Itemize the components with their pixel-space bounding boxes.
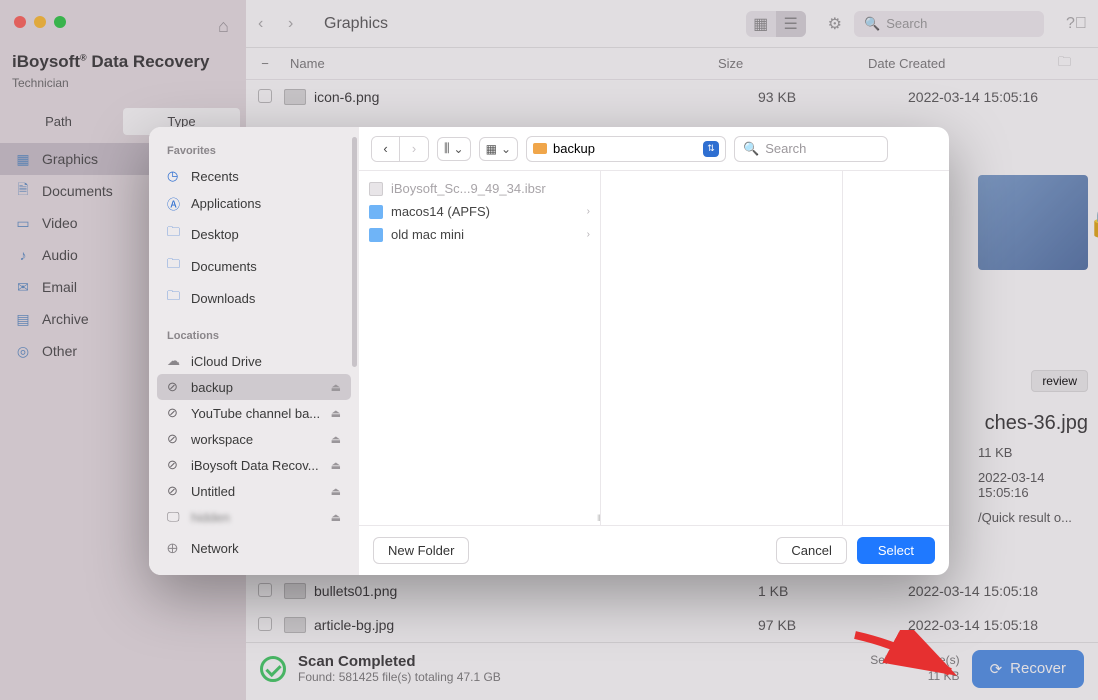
sidebar-hidden[interactable]: 🖵hidden⏏	[157, 504, 351, 530]
column-resize-handle[interactable]: ‖	[597, 513, 602, 523]
folder-icon	[369, 205, 383, 219]
search-placeholder: Search	[765, 141, 806, 156]
grid-icon: ▦	[486, 142, 497, 156]
dialog-footer: New Folder Cancel Select	[359, 525, 949, 575]
dialog-column-empty	[843, 171, 943, 525]
cancel-button[interactable]: Cancel	[776, 537, 846, 564]
sidebar-documents[interactable]: 🗀Documents	[157, 250, 351, 282]
dialog-sidebar: Favorites ◷Recents ⒶApplications 🗀Deskto…	[149, 127, 359, 575]
sidebar-youtube[interactable]: ⊘YouTube channel ba...⏏	[157, 400, 351, 426]
favorites-label: Favorites	[157, 139, 351, 163]
search-icon: 🔍	[743, 141, 759, 157]
new-folder-button[interactable]: New Folder	[373, 537, 469, 564]
save-dialog: Favorites ◷Recents ⒶApplications 🗀Deskto…	[149, 127, 949, 575]
dialog-path-selector[interactable]: backup ⇅	[526, 136, 726, 162]
locations-label: Locations	[157, 324, 351, 348]
dialog-file-row[interactable]: iBoysoft_Sc...9_49_34.ibsr	[359, 177, 600, 200]
eject-icon[interactable]: ⏏	[331, 511, 341, 524]
dialog-column-empty	[601, 171, 843, 525]
dialog-path-label: backup	[553, 141, 697, 156]
sidebar-untitled[interactable]: ⊘Untitled⏏	[157, 478, 351, 504]
chevron-down-icon: ⌄	[501, 142, 511, 156]
sidebar-recents[interactable]: ◷Recents	[157, 163, 351, 189]
dialog-columns: iBoysoft_Sc...9_49_34.ibsr macos14 (APFS…	[359, 171, 949, 525]
dialog-view-group[interactable]: ▦⌄	[479, 137, 518, 161]
sidebar-backup[interactable]: ⊘backup⏏	[157, 374, 351, 400]
file-icon	[369, 182, 383, 196]
chevron-down-icon: ⌄	[454, 142, 464, 156]
globe-icon: 🜨	[167, 535, 183, 561]
dialog-column: iBoysoft_Sc...9_49_34.ibsr macos14 (APFS…	[359, 171, 601, 525]
disk-icon: ⊘	[167, 483, 183, 499]
chevron-right-icon: ›	[587, 229, 590, 240]
select-button[interactable]: Select	[857, 537, 935, 564]
downloads-icon: 🗀	[167, 287, 183, 309]
sidebar-scrollbar[interactable]	[352, 137, 357, 367]
dialog-nav: ‹ ›	[371, 136, 429, 162]
cloud-icon: ☁	[167, 353, 183, 369]
sidebar-applications[interactable]: ⒶApplications	[157, 189, 351, 218]
eject-icon[interactable]: ⏏	[331, 485, 341, 498]
disk-icon: ⊘	[167, 457, 183, 473]
eject-icon[interactable]: ⏏	[331, 433, 341, 446]
dialog-search[interactable]: 🔍 Search	[734, 136, 888, 162]
documents-icon: 🗀	[167, 255, 183, 277]
dialog-toolbar: ‹ › ⫼⌄ ▦⌄ backup ⇅ 🔍 Search	[359, 127, 949, 171]
sidebar-iboysoft[interactable]: ⊘iBoysoft Data Recov...⏏	[157, 452, 351, 478]
dialog-main: ‹ › ⫼⌄ ▦⌄ backup ⇅ 🔍 Search iBoysoft_Sc.…	[359, 127, 949, 575]
sidebar-desktop[interactable]: 🗀Desktop	[157, 218, 351, 250]
dialog-file-row[interactable]: old mac mini›	[359, 223, 600, 246]
desktop-icon: 🗀	[167, 223, 183, 245]
sidebar-workspace[interactable]: ⊘workspace⏏	[157, 426, 351, 452]
chevron-right-icon: ›	[587, 206, 590, 217]
disk-icon: ⊘	[167, 379, 183, 395]
sidebar-icloud[interactable]: ☁iCloud Drive	[157, 348, 351, 374]
path-dropdown-icon[interactable]: ⇅	[703, 141, 719, 157]
display-icon: 🖵	[167, 509, 183, 525]
dialog-back-button[interactable]: ‹	[372, 137, 400, 161]
folder-icon	[369, 228, 383, 242]
folder-icon	[533, 143, 547, 154]
disk-icon: ⊘	[167, 405, 183, 421]
disk-icon: ⊘	[167, 431, 183, 447]
columns-icon: ⫼	[444, 141, 450, 156]
eject-icon[interactable]: ⏏	[331, 381, 341, 394]
dialog-file-row[interactable]: macos14 (APFS)›	[359, 200, 600, 223]
sidebar-network[interactable]: 🜨Network	[157, 530, 351, 566]
clock-icon: ◷	[167, 168, 183, 184]
sidebar-downloads[interactable]: 🗀Downloads	[157, 282, 351, 314]
dialog-forward-button[interactable]: ›	[400, 137, 428, 161]
dialog-view-columns[interactable]: ⫼⌄	[437, 137, 471, 161]
eject-icon[interactable]: ⏏	[331, 459, 341, 472]
apps-icon: Ⓐ	[167, 194, 183, 213]
eject-icon[interactable]: ⏏	[331, 407, 341, 420]
